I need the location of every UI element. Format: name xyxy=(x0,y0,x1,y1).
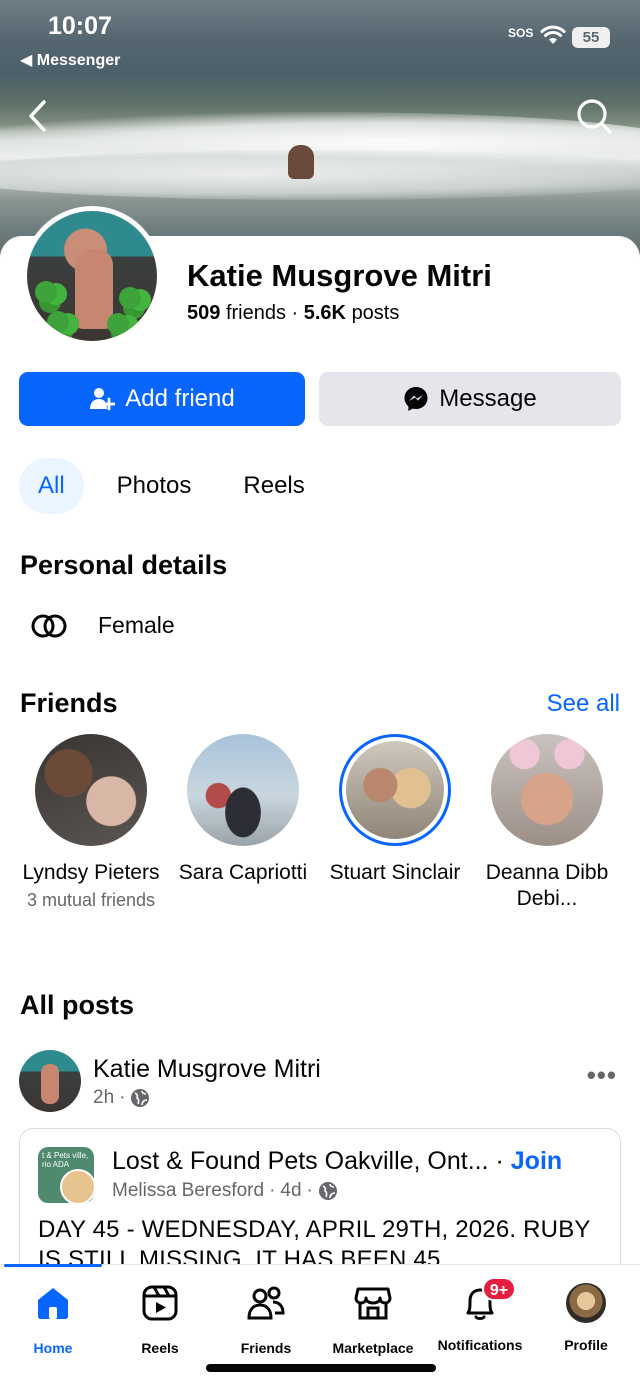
battery-indicator: 55 xyxy=(572,27,610,48)
add-friend-icon xyxy=(90,388,116,411)
profile-avatar[interactable] xyxy=(22,206,162,346)
profile-photo xyxy=(27,211,157,341)
status-bar: 10:07 ◀ Messenger SOS 55 xyxy=(0,0,640,80)
clover-decoration xyxy=(107,313,129,335)
tab-friends[interactable]: Friends xyxy=(213,1283,319,1356)
active-tab-indicator xyxy=(4,1264,102,1267)
meta-dot: · xyxy=(306,1180,313,1201)
home-icon xyxy=(38,1288,68,1319)
search-icon[interactable] xyxy=(574,96,614,136)
tab-home-label: Home xyxy=(33,1340,73,1356)
friend-name: Deanna Dibb Debi... xyxy=(485,861,609,910)
posts-count: 5.6K xyxy=(303,302,346,324)
cover-wave-2 xyxy=(0,150,640,200)
globe-icon xyxy=(131,1089,150,1107)
post-author-name[interactable]: Katie Musgrove Mitri xyxy=(93,1055,321,1084)
tab-marketplace[interactable]: Marketplace xyxy=(320,1283,426,1356)
clover-decoration xyxy=(35,281,57,303)
stats-separator: · xyxy=(285,302,304,324)
friend-avatar xyxy=(491,734,603,846)
all-posts-heading: All posts xyxy=(20,990,135,1020)
meta-dot: · xyxy=(119,1087,126,1108)
friend-avatar xyxy=(35,734,147,846)
tab-photos[interactable]: Photos xyxy=(98,458,211,514)
reels-icon xyxy=(142,1285,178,1321)
group-dot: · xyxy=(488,1147,511,1175)
tab-friends-label: Friends xyxy=(240,1340,292,1356)
group-name[interactable]: Lost & Found Pets Oakville, Ont... xyxy=(112,1147,489,1175)
post-time[interactable]: 2h xyxy=(93,1087,114,1109)
group-avatar[interactable]: t & Pets ville, rio ADA xyxy=(38,1147,94,1203)
tab-home[interactable]: Home xyxy=(0,1283,106,1356)
back-to-messenger[interactable]: ◀ Messenger xyxy=(20,50,120,70)
shared-poster-name[interactable]: Melissa Beresford xyxy=(112,1180,264,1202)
tab-profile-label: Profile xyxy=(564,1337,608,1353)
shared-post-time[interactable]: 4d xyxy=(280,1180,301,1202)
friend-card[interactable]: Stuart Sinclair xyxy=(319,734,471,912)
friends-icon xyxy=(247,1286,285,1320)
add-friend-button[interactable]: Add friend xyxy=(19,372,305,426)
tab-profile[interactable]: Profile xyxy=(533,1283,639,1353)
friends-count[interactable]: 509 xyxy=(187,302,220,324)
poster-mini-avatar xyxy=(60,1169,94,1203)
friend-name: Sara Capriotti xyxy=(178,861,308,884)
home-indicator xyxy=(206,1364,436,1372)
friend-mutual: 3 mutual friends xyxy=(26,890,156,910)
tab-all[interactable]: All xyxy=(19,458,84,514)
tab-reels-label: Reels xyxy=(141,1340,179,1356)
message-button[interactable]: Message xyxy=(319,372,621,426)
see-all-friends-link[interactable]: See all xyxy=(547,690,620,718)
post-avatar-figure xyxy=(41,1064,59,1104)
gender-rings-icon xyxy=(31,614,67,637)
meta-dot: · xyxy=(269,1180,276,1201)
sos-indicator: SOS xyxy=(508,26,534,40)
globe-icon xyxy=(318,1182,337,1200)
posts-label: posts xyxy=(351,302,400,324)
profile-avatar-icon xyxy=(566,1283,606,1323)
shared-post-meta: Melissa Beresford · 4d · xyxy=(112,1180,338,1202)
add-friend-label: Add friend xyxy=(125,385,235,412)
status-time: 10:07 xyxy=(48,12,112,40)
friend-name: Stuart Sinclair xyxy=(329,861,461,884)
friend-avatar-photo xyxy=(346,741,444,839)
tab-notifications[interactable]: 9+ Notifications xyxy=(427,1277,533,1353)
group-avatar-text: t & Pets ville, rio ADA xyxy=(42,1151,89,1169)
friend-name: Lyndsy Pieters xyxy=(22,861,160,884)
clover-decoration xyxy=(47,311,69,333)
friend-card[interactable]: Deanna Dibb Debi... xyxy=(471,734,623,912)
cover-swimmer xyxy=(288,145,314,179)
friend-avatar xyxy=(187,734,299,846)
group-title-line: Lost & Found Pets Oakville, Ont... · Joi… xyxy=(112,1147,562,1176)
profile-name: Katie Musgrove Mitri xyxy=(187,258,492,293)
post-meta: 2h · xyxy=(93,1087,150,1109)
marketplace-icon xyxy=(354,1287,392,1320)
clover-decoration xyxy=(119,287,141,309)
more-options-icon[interactable]: ••• xyxy=(587,1060,617,1091)
back-chevron-icon[interactable] xyxy=(22,96,56,136)
friend-avatar-with-story xyxy=(339,734,451,846)
wifi-icon xyxy=(540,25,566,44)
friends-heading: Friends xyxy=(20,688,118,718)
notifications-badge: 9+ xyxy=(482,1277,516,1301)
friends-label: friends xyxy=(225,302,286,324)
tab-notifications-label: Notifications xyxy=(437,1337,523,1353)
tab-marketplace-label: Marketplace xyxy=(332,1340,414,1356)
post-header: Katie Musgrove Mitri 2h · ••• xyxy=(19,1050,625,1114)
profile-stats: 509 friends · 5.6K posts xyxy=(187,302,399,325)
gender-value: Female xyxy=(98,612,175,638)
personal-details-heading: Personal details xyxy=(20,550,228,580)
friend-card[interactable]: Lyndsy Pieters 3 mutual friends xyxy=(15,734,167,912)
tab-reels[interactable]: Reels xyxy=(224,458,323,514)
profile-photo-figure xyxy=(75,249,113,329)
messenger-icon xyxy=(404,387,428,411)
message-label: Message xyxy=(439,385,537,412)
friend-card[interactable]: Sara Capriotti xyxy=(167,734,319,912)
bell-icon-wrap: 9+ xyxy=(460,1277,516,1323)
tab-reels[interactable]: Reels xyxy=(107,1283,213,1356)
post-author-avatar[interactable] xyxy=(19,1050,81,1112)
gender-detail: Female xyxy=(30,612,175,639)
friends-list: Lyndsy Pieters 3 mutual friends Sara Cap… xyxy=(15,734,625,912)
profile-tabs: All Photos Reels xyxy=(19,458,338,514)
join-group-link[interactable]: Join xyxy=(511,1147,562,1175)
